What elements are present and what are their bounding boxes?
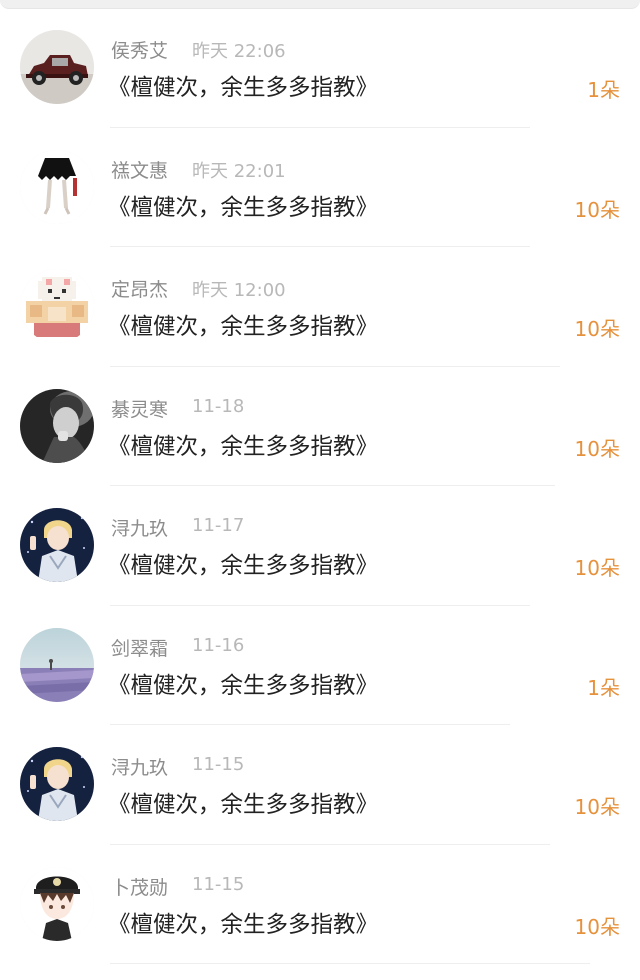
list-item[interactable]: 卜茂勋 11-15 《檀健次，余生多多指教》 10朵	[0, 845, 640, 964]
book-title[interactable]: 《檀健次，余生多多指教》	[108, 190, 378, 222]
grayscale-portrait-avatar[interactable]	[20, 388, 94, 463]
list-item[interactable]: 侯秀艾 昨天 22:06 《檀健次，余生多多指教》 1朵	[0, 8, 640, 128]
flower-count: 1朵	[587, 78, 620, 102]
anime-knight-avatar[interactable]	[20, 747, 94, 821]
flower-count: 10朵	[574, 197, 620, 222]
user-name[interactable]: 禚文惠	[111, 156, 168, 183]
timestamp: 昨天 22:06	[192, 41, 286, 62]
lavender-field-avatar[interactable]	[20, 627, 94, 702]
flower-count: 10朵	[574, 317, 620, 341]
list-item[interactable]: 剑翠霜 11-16 《檀健次，余生多多指教》 1朵	[0, 606, 640, 725]
user-name[interactable]: 浔九玖	[111, 514, 168, 541]
flower-count: 10朵	[574, 795, 620, 819]
user-name[interactable]: 卜茂勋	[111, 873, 168, 900]
timestamp: 昨天 12:00	[192, 280, 286, 301]
flower-count: 10朵	[574, 436, 620, 461]
user-name[interactable]: 綦灵寒	[111, 395, 168, 422]
list-item[interactable]: 浔九玖 11-17 《檀健次，余生多多指教》 10朵	[0, 486, 640, 606]
timestamp: 11-15	[192, 873, 245, 895]
book-title[interactable]: 《檀健次，余生多多指教》	[108, 668, 378, 700]
book-title[interactable]: 《檀健次，余生多多指教》	[108, 429, 378, 461]
timestamp: 11-16	[192, 634, 245, 656]
flower-count: 1朵	[587, 675, 620, 700]
timestamp: 11-17	[192, 515, 245, 536]
flower-count: 10朵	[574, 914, 620, 939]
timestamp: 11-18	[192, 395, 245, 417]
flower-count: 10朵	[574, 556, 620, 580]
pixel-sheep-avatar[interactable]	[20, 269, 94, 343]
book-title[interactable]: 《檀健次，余生多多指教》	[108, 70, 378, 102]
cartoon-sailor-avatar[interactable]	[20, 866, 94, 941]
list-item[interactable]: 定昂杰 昨天 12:00 《檀健次，余生多多指教》 10朵	[0, 247, 640, 367]
user-name[interactable]: 剑翠霜	[111, 634, 168, 661]
list-item[interactable]: 浔九玖 11-15 《檀健次，余生多多指教》 10朵	[0, 725, 640, 845]
user-name[interactable]: 浔九玖	[111, 753, 168, 780]
list-item[interactable]: 綦灵寒 11-18 《檀健次，余生多多指教》 10朵	[0, 367, 640, 486]
book-title[interactable]: 《檀健次，余生多多指教》	[108, 787, 378, 819]
list-item[interactable]: 禚文惠 昨天 22:01 《檀健次，余生多多指教》 10朵	[0, 128, 640, 247]
user-name[interactable]: 定昂杰	[111, 275, 168, 302]
book-title[interactable]: 《檀健次，余生多多指教》	[108, 548, 378, 580]
classic-car-avatar[interactable]	[20, 30, 94, 104]
divider	[110, 963, 590, 964]
gift-record-list: 侯秀艾 昨天 22:06 《檀健次，余生多多指教》 1朵 禚文惠 昨天 22:0…	[0, 8, 640, 964]
black-skirt-avatar[interactable]	[20, 149, 94, 224]
anime-knight-avatar[interactable]	[20, 508, 94, 582]
book-title[interactable]: 《檀健次，余生多多指教》	[108, 309, 378, 341]
timestamp: 11-15	[192, 754, 245, 775]
user-name[interactable]: 侯秀艾	[111, 36, 168, 63]
timestamp: 昨天 22:01	[192, 160, 286, 182]
book-title[interactable]: 《檀健次，余生多多指教》	[108, 907, 378, 939]
